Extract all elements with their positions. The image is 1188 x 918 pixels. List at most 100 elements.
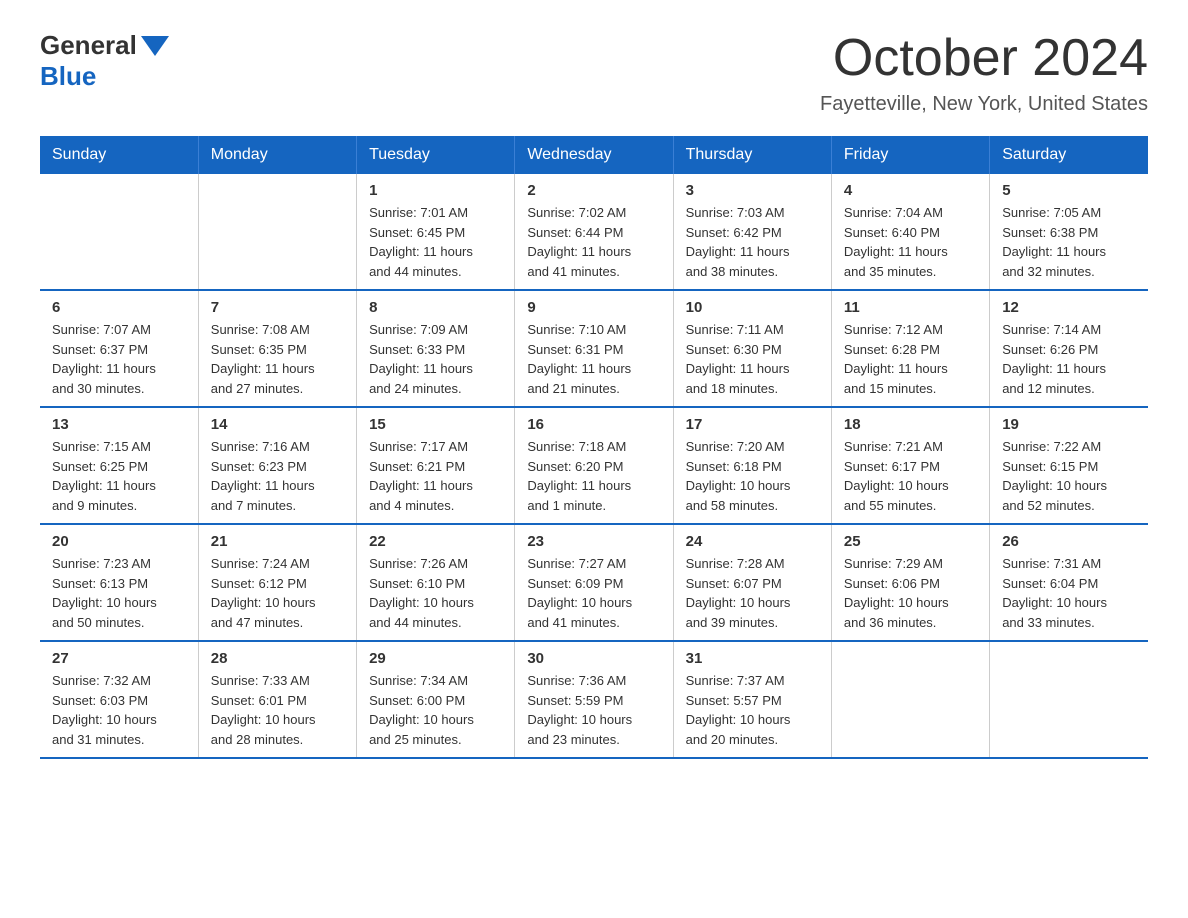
day-info: Sunrise: 7:31 AM Sunset: 6:04 PM Dayligh…	[1002, 554, 1136, 632]
calendar-cell: 25 Sunrise: 7:29 AM Sunset: 6:06 PM Dayli…	[831, 524, 989, 641]
day-number: 31	[686, 650, 819, 667]
day-number: 26	[1002, 533, 1136, 550]
header-tuesday: Tuesday	[357, 136, 515, 174]
day-number: 14	[211, 416, 344, 433]
day-number: 23	[527, 533, 660, 550]
day-number: 20	[52, 533, 186, 550]
day-number: 10	[686, 299, 819, 316]
day-number: 8	[369, 299, 502, 316]
day-info: Sunrise: 7:37 AM Sunset: 5:57 PM Dayligh…	[686, 671, 819, 749]
day-info: Sunrise: 7:21 AM Sunset: 6:17 PM Dayligh…	[844, 437, 977, 515]
main-title: October 2024	[820, 30, 1148, 87]
day-info: Sunrise: 7:02 AM Sunset: 6:44 PM Dayligh…	[527, 203, 660, 281]
logo-general-text: General	[40, 30, 169, 61]
day-info: Sunrise: 7:29 AM Sunset: 6:06 PM Dayligh…	[844, 554, 977, 632]
day-number: 18	[844, 416, 977, 433]
day-number: 6	[52, 299, 186, 316]
calendar-cell: 12 Sunrise: 7:14 AM Sunset: 6:26 PM Dayli…	[990, 290, 1148, 407]
day-number: 5	[1002, 182, 1136, 199]
calendar-cell: 19Sunrise: 7:22 AM Sunset: 6:15 PM Dayli…	[990, 407, 1148, 524]
day-number: 11	[844, 299, 977, 316]
day-number: 16	[527, 416, 660, 433]
calendar-table: SundayMondayTuesdayWednesdayThursdayFrid…	[40, 136, 1148, 759]
calendar-cell: 23 Sunrise: 7:27 AM Sunset: 6:09 PM Dayli…	[515, 524, 673, 641]
calendar-week-row: 27 Sunrise: 7:32 AM Sunset: 6:03 PM Dayli…	[40, 641, 1148, 758]
calendar-cell: 9Sunrise: 7:10 AM Sunset: 6:31 PM Daylig…	[515, 290, 673, 407]
day-number: 28	[211, 650, 344, 667]
day-number: 3	[686, 182, 819, 199]
day-info: Sunrise: 7:08 AM Sunset: 6:35 PM Dayligh…	[211, 320, 344, 398]
day-number: 24	[686, 533, 819, 550]
day-number: 4	[844, 182, 977, 199]
calendar-cell: 10 Sunrise: 7:11 AM Sunset: 6:30 PM Dayli…	[673, 290, 831, 407]
day-info: Sunrise: 7:14 AM Sunset: 6:26 PM Dayligh…	[1002, 320, 1136, 398]
calendar-cell: 16 Sunrise: 7:18 AM Sunset: 6:20 PM Dayli…	[515, 407, 673, 524]
day-info: Sunrise: 7:12 AM Sunset: 6:28 PM Dayligh…	[844, 320, 977, 398]
calendar-cell	[990, 641, 1148, 758]
calendar-cell: 26 Sunrise: 7:31 AM Sunset: 6:04 PM Dayli…	[990, 524, 1148, 641]
logo-blue-text: Blue	[40, 61, 96, 92]
header-friday: Friday	[831, 136, 989, 174]
calendar-cell: 28 Sunrise: 7:33 AM Sunset: 6:01 PM Dayli…	[198, 641, 356, 758]
calendar-cell: 30Sunrise: 7:36 AM Sunset: 5:59 PM Dayli…	[515, 641, 673, 758]
header-monday: Monday	[198, 136, 356, 174]
day-info: Sunrise: 7:34 AM Sunset: 6:00 PM Dayligh…	[369, 671, 502, 749]
day-info: Sunrise: 7:05 AM Sunset: 6:38 PM Dayligh…	[1002, 203, 1136, 281]
day-number: 2	[527, 182, 660, 199]
calendar-cell: 24 Sunrise: 7:28 AM Sunset: 6:07 PM Dayli…	[673, 524, 831, 641]
day-info: Sunrise: 7:32 AM Sunset: 6:03 PM Dayligh…	[52, 671, 186, 749]
day-info: Sunrise: 7:09 AM Sunset: 6:33 PM Dayligh…	[369, 320, 502, 398]
day-info: Sunrise: 7:03 AM Sunset: 6:42 PM Dayligh…	[686, 203, 819, 281]
location-subtitle: Fayetteville, New York, United States	[820, 93, 1148, 116]
calendar-cell: 27 Sunrise: 7:32 AM Sunset: 6:03 PM Dayli…	[40, 641, 198, 758]
header-sunday: Sunday	[40, 136, 198, 174]
calendar-cell: 17Sunrise: 7:20 AM Sunset: 6:18 PM Dayli…	[673, 407, 831, 524]
calendar-cell: 8 Sunrise: 7:09 AM Sunset: 6:33 PM Daylig…	[357, 290, 515, 407]
day-info: Sunrise: 7:27 AM Sunset: 6:09 PM Dayligh…	[527, 554, 660, 632]
day-number: 27	[52, 650, 186, 667]
day-info: Sunrise: 7:01 AM Sunset: 6:45 PM Dayligh…	[369, 203, 502, 281]
day-number: 19	[1002, 416, 1136, 433]
calendar-cell: 7 Sunrise: 7:08 AM Sunset: 6:35 PM Daylig…	[198, 290, 356, 407]
day-info: Sunrise: 7:28 AM Sunset: 6:07 PM Dayligh…	[686, 554, 819, 632]
calendar-header-row: SundayMondayTuesdayWednesdayThursdayFrid…	[40, 136, 1148, 174]
calendar-cell: 31 Sunrise: 7:37 AM Sunset: 5:57 PM Dayli…	[673, 641, 831, 758]
calendar-cell: 15 Sunrise: 7:17 AM Sunset: 6:21 PM Dayli…	[357, 407, 515, 524]
day-number: 7	[211, 299, 344, 316]
day-info: Sunrise: 7:16 AM Sunset: 6:23 PM Dayligh…	[211, 437, 344, 515]
calendar-cell: 21Sunrise: 7:24 AM Sunset: 6:12 PM Dayli…	[198, 524, 356, 641]
day-info: Sunrise: 7:04 AM Sunset: 6:40 PM Dayligh…	[844, 203, 977, 281]
day-info: Sunrise: 7:07 AM Sunset: 6:37 PM Dayligh…	[52, 320, 186, 398]
day-info: Sunrise: 7:11 AM Sunset: 6:30 PM Dayligh…	[686, 320, 819, 398]
calendar-cell: 20Sunrise: 7:23 AM Sunset: 6:13 PM Dayli…	[40, 524, 198, 641]
day-info: Sunrise: 7:33 AM Sunset: 6:01 PM Dayligh…	[211, 671, 344, 749]
day-info: Sunrise: 7:26 AM Sunset: 6:10 PM Dayligh…	[369, 554, 502, 632]
calendar-cell	[40, 174, 198, 290]
day-info: Sunrise: 7:20 AM Sunset: 6:18 PM Dayligh…	[686, 437, 819, 515]
day-number: 12	[1002, 299, 1136, 316]
calendar-cell: 14 Sunrise: 7:16 AM Sunset: 6:23 PM Dayli…	[198, 407, 356, 524]
day-info: Sunrise: 7:17 AM Sunset: 6:21 PM Dayligh…	[369, 437, 502, 515]
day-number: 30	[527, 650, 660, 667]
day-number: 15	[369, 416, 502, 433]
day-number: 22	[369, 533, 502, 550]
calendar-cell	[831, 641, 989, 758]
calendar-cell: 11 Sunrise: 7:12 AM Sunset: 6:28 PM Dayli…	[831, 290, 989, 407]
calendar-cell: 29 Sunrise: 7:34 AM Sunset: 6:00 PM Dayli…	[357, 641, 515, 758]
page-header: General Blue October 2024 Fayetteville, …	[40, 30, 1148, 116]
calendar-cell: 5 Sunrise: 7:05 AM Sunset: 6:38 PM Daylig…	[990, 174, 1148, 290]
title-section: October 2024 Fayetteville, New York, Uni…	[820, 30, 1148, 116]
calendar-cell: 3 Sunrise: 7:03 AM Sunset: 6:42 PM Daylig…	[673, 174, 831, 290]
calendar-cell: 22 Sunrise: 7:26 AM Sunset: 6:10 PM Dayli…	[357, 524, 515, 641]
day-info: Sunrise: 7:10 AM Sunset: 6:31 PM Dayligh…	[527, 320, 660, 398]
day-number: 29	[369, 650, 502, 667]
header-saturday: Saturday	[990, 136, 1148, 174]
day-number: 25	[844, 533, 977, 550]
day-info: Sunrise: 7:15 AM Sunset: 6:25 PM Dayligh…	[52, 437, 186, 515]
calendar-week-row: 20Sunrise: 7:23 AM Sunset: 6:13 PM Dayli…	[40, 524, 1148, 641]
day-info: Sunrise: 7:18 AM Sunset: 6:20 PM Dayligh…	[527, 437, 660, 515]
logo-triangle-icon	[141, 36, 169, 56]
calendar-cell: 6 Sunrise: 7:07 AM Sunset: 6:37 PM Daylig…	[40, 290, 198, 407]
day-number: 21	[211, 533, 344, 550]
calendar-cell: 4 Sunrise: 7:04 AM Sunset: 6:40 PM Daylig…	[831, 174, 989, 290]
